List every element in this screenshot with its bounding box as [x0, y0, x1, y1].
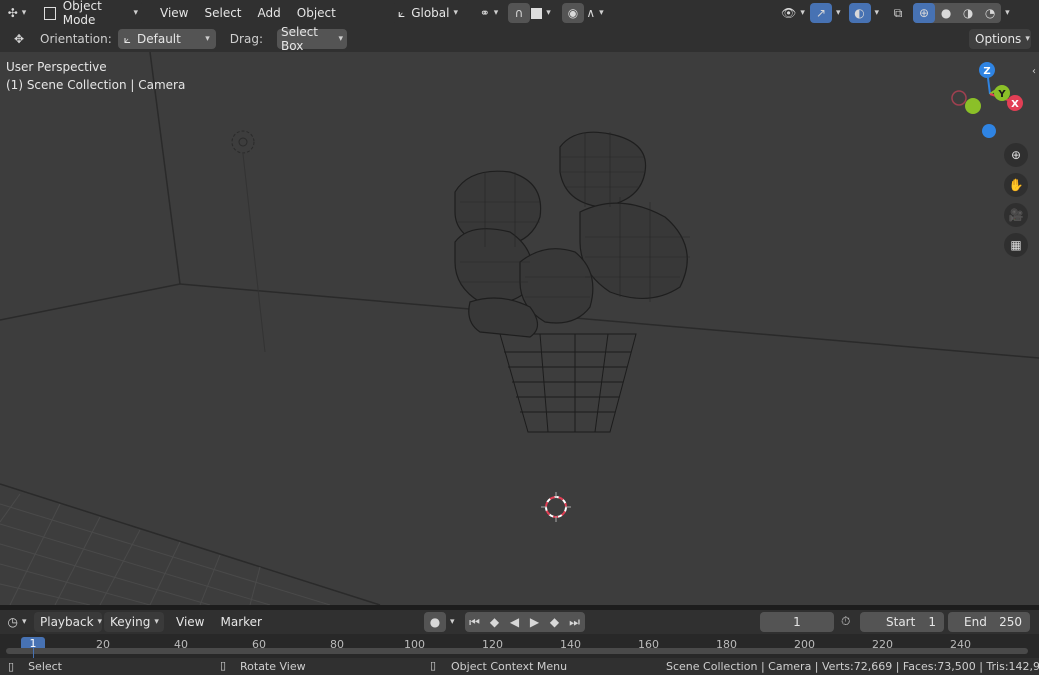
object-mode-icon: [44, 6, 56, 20]
gizmo-z-label: Z: [983, 66, 990, 77]
viewport-perspective-label: User Perspective: [6, 60, 107, 74]
status-context: Object Context Menu: [451, 660, 568, 673]
snap-icon[interactable]: ∩: [508, 3, 530, 23]
mouse-right-icon: ▯: [430, 659, 437, 672]
jump-start-icon[interactable]: ⏮: [465, 612, 485, 632]
menu-object[interactable]: Object: [289, 6, 344, 20]
transform-orientation-dropdown[interactable]: ⟀ Global ▾: [392, 3, 470, 23]
viewport-scene: [0, 52, 1039, 605]
jump-end-icon[interactable]: ⏭: [565, 612, 585, 632]
timeline-marker-menu[interactable]: Marker: [212, 615, 269, 629]
pan-hand-icon[interactable]: ✋: [1004, 173, 1028, 197]
drag-label: Drag:: [229, 32, 263, 46]
next-keyframe-icon[interactable]: ◆: [545, 612, 565, 632]
current-frame-field[interactable]: 1: [760, 612, 834, 632]
drag-dropdown[interactable]: Select Box ▾: [276, 25, 347, 53]
timeline-view-menu[interactable]: View: [168, 615, 212, 629]
viewport-header: ✣ ▾ Object Mode ▾ View Select Add Object …: [0, 0, 1039, 27]
3d-viewport[interactable]: User Perspective (1) Scene Collection | …: [0, 52, 1039, 605]
start-frame-field[interactable]: Start 1: [860, 612, 944, 632]
sidebar-toggle-icon[interactable]: ‹: [1032, 66, 1036, 77]
navigation-gizmo[interactable]: Z Y X: [945, 60, 1035, 146]
rendered-shading-icon[interactable]: ◔: [979, 3, 1001, 23]
status-rotate: Rotate View: [240, 660, 306, 673]
chevron-down-icon[interactable]: ▾: [1005, 8, 1010, 18]
orientation-icon: ⟀: [123, 31, 131, 46]
end-frame-field[interactable]: End 250: [948, 612, 1030, 632]
snap-target-icon[interactable]: ▾: [530, 3, 552, 23]
gizmo-neg-x[interactable]: [951, 90, 967, 106]
camera-view-icon[interactable]: 🎥: [1004, 203, 1028, 227]
record-icon[interactable]: ●: [424, 612, 446, 632]
chevron-down-icon: ▾: [133, 8, 138, 18]
gizmo-neg-z[interactable]: [982, 124, 996, 138]
overlay-icon[interactable]: ◐: [848, 3, 871, 23]
status-select: Select: [28, 660, 62, 673]
orientation-label: Orientation:: [40, 32, 112, 46]
scene-stats: Scene Collection | Camera | Verts:72,669…: [666, 660, 1039, 673]
chevron-down-icon: ▾: [205, 34, 210, 44]
chevron-down-icon[interactable]: ▾: [875, 8, 880, 18]
xray-icon[interactable]: ⧉: [887, 3, 909, 23]
mouse-left-icon: ▯: [8, 660, 15, 673]
gizmo-y-label: Y: [997, 89, 1006, 100]
visibility-icon[interactable]: 👁 ▾: [781, 3, 805, 23]
wireframe-shading-icon[interactable]: ⊕: [913, 3, 936, 23]
playhead-line: [33, 648, 34, 658]
keying-menu[interactable]: Keying ▾: [104, 612, 164, 632]
stopwatch-icon[interactable]: ⏱: [841, 614, 850, 629]
mouse-middle-icon: ▯: [220, 659, 227, 672]
chevron-down-icon[interactable]: ▾: [836, 8, 841, 18]
pivot-icon[interactable]: ⚭ ▾: [478, 3, 500, 23]
menu-add[interactable]: Add: [250, 6, 289, 20]
chevron-down-icon: ▾: [97, 617, 103, 627]
chevron-down-icon: ▾: [338, 34, 343, 44]
status-bar: ▯ Select ▯ Rotate View ▯ Object Context …: [0, 658, 1039, 675]
proportional-edit-icon[interactable]: ◉: [562, 3, 584, 23]
move-tool-icon[interactable]: ✥: [8, 29, 30, 49]
playback-menu[interactable]: Playback ▾: [34, 612, 102, 632]
orientation-dropdown[interactable]: ⟀ Default ▾: [117, 29, 216, 49]
falloff-icon[interactable]: ∧ ▾: [584, 3, 606, 23]
menu-view[interactable]: View: [152, 6, 196, 20]
timeline-area[interactable]: 1 20 40 60 80 100 120 140 160 180 200 22…: [0, 634, 1039, 658]
perspective-grid-icon[interactable]: ▦: [1004, 233, 1028, 257]
play-reverse-icon[interactable]: ◀: [505, 612, 525, 632]
chevron-down-icon: ▾: [154, 617, 159, 627]
timeline-header: ◷ ▾ Playback ▾ Keying ▾ View Marker ● ▾ ⏮ ◆…: [0, 610, 1039, 634]
gizmo-x-label: X: [1011, 99, 1019, 110]
orientation-icon: ⟀: [398, 5, 406, 20]
options-dropdown[interactable]: Options ▾: [969, 29, 1031, 49]
mode-label: Object Mode: [62, 0, 102, 27]
viewport-collection-label: (1) Scene Collection | Camera: [6, 78, 186, 92]
clock-editor-icon[interactable]: ◷ ▾: [6, 612, 28, 632]
zoom-icon[interactable]: ⊕: [1004, 143, 1028, 167]
gizmo-icon[interactable]: ↗: [810, 3, 832, 23]
chevron-down-icon[interactable]: ▾: [450, 617, 455, 627]
chevron-down-icon: ▾: [1025, 34, 1030, 44]
tool-settings-bar: ✥ Orientation: ⟀ Default ▾ Drag: Select …: [0, 25, 1039, 53]
chevron-down-icon: ▾: [453, 8, 459, 18]
play-icon[interactable]: ▶: [525, 612, 545, 632]
menu-select[interactable]: Select: [196, 6, 249, 20]
solid-shading-icon[interactable]: ●: [935, 3, 957, 23]
mode-dropdown[interactable]: Object Mode ▾: [38, 0, 144, 27]
prev-keyframe-icon[interactable]: ◆: [485, 612, 505, 632]
editor-type-icon[interactable]: ✣ ▾: [6, 3, 28, 23]
material-shading-icon[interactable]: ◑: [957, 3, 979, 23]
gizmo-neg-y[interactable]: [965, 98, 981, 114]
timeline-scrollbar[interactable]: [6, 648, 1028, 654]
